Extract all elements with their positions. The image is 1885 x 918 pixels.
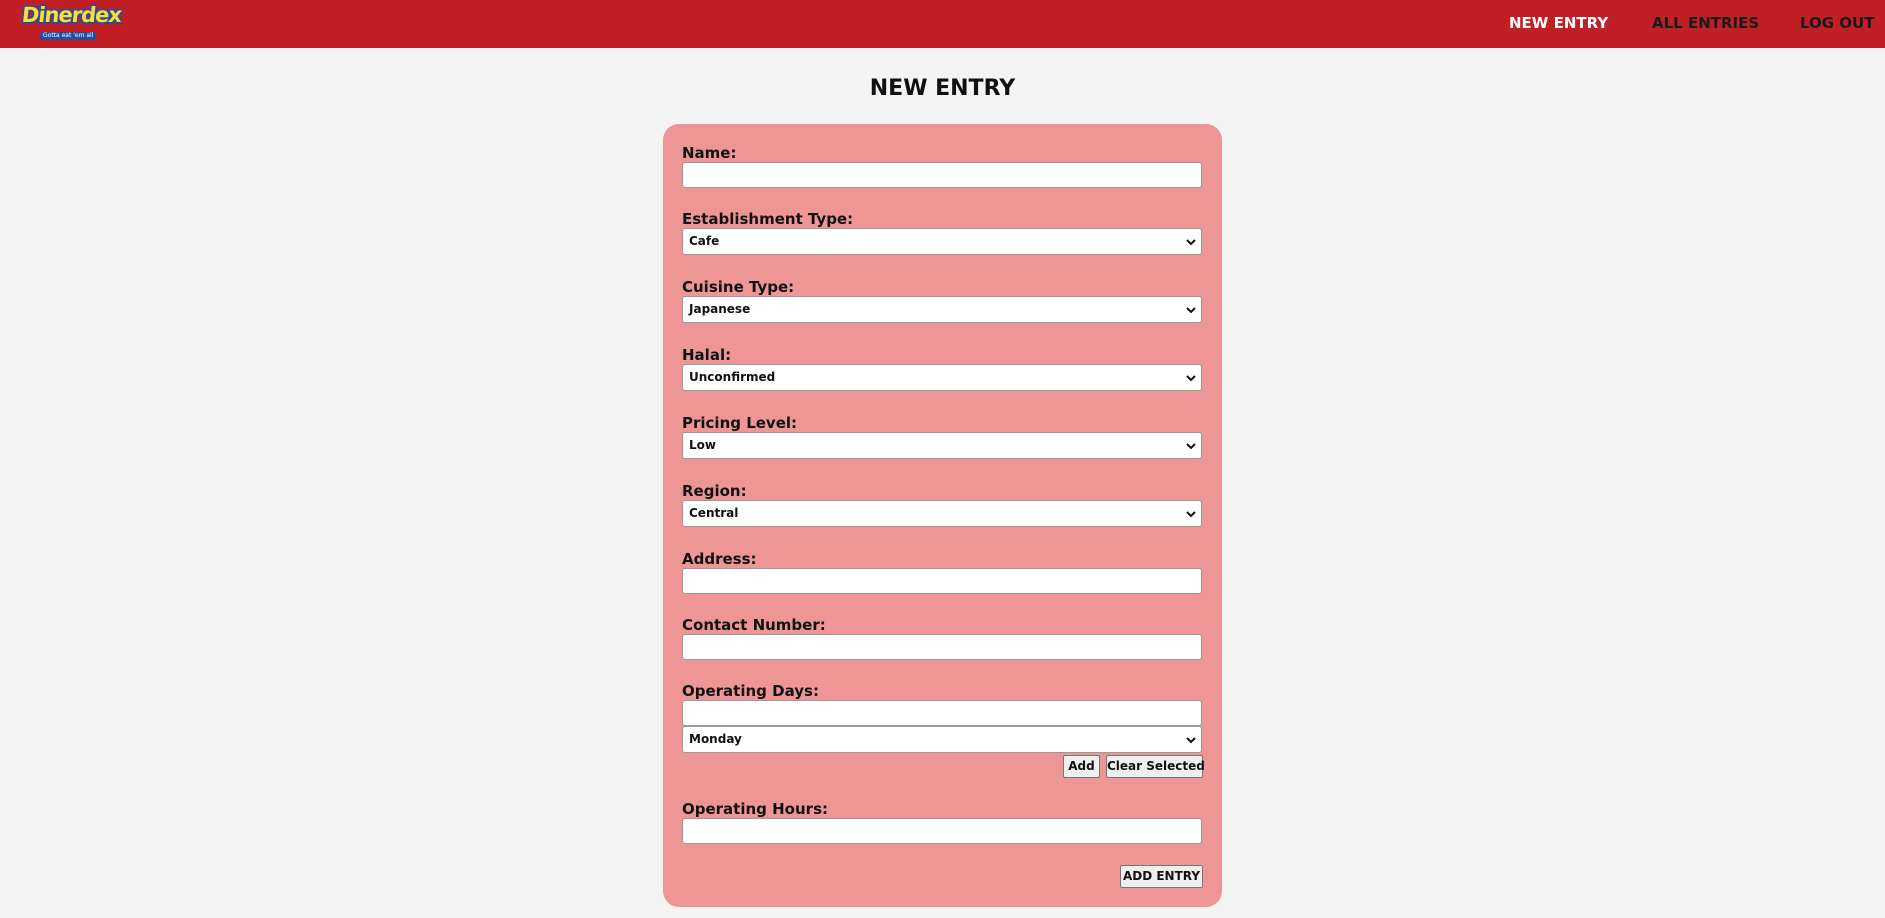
pricing-level-select[interactable]: Low [682,432,1202,459]
establishment-type-value: Cafe [689,234,720,248]
operating-day-select[interactable]: Monday [682,726,1202,753]
operating-days-input[interactable] [682,700,1202,726]
contact-number-label: Contact Number: [682,616,826,634]
nav-log-out[interactable]: LOG OUT [1800,13,1874,33]
clear-selected-button[interactable]: Clear Selected [1106,755,1205,778]
nav-all-entries[interactable]: ALL ENTRIES [1652,13,1759,33]
establishment-type-label: Establishment Type: [682,210,854,228]
address-label: Address: [682,550,757,568]
logo-text: Dinerdex [20,3,123,27]
establishment-type-select[interactable]: Cafe [682,228,1202,255]
chevron-down-icon [1186,239,1196,246]
operating-days-label: Operating Days: [682,682,819,700]
chevron-down-icon [1186,737,1196,744]
pricing-level-label: Pricing Level: [682,414,798,432]
chevron-down-icon [1186,511,1196,518]
address-input[interactable] [682,568,1202,594]
top-navbar: Dinerdex Gotta eat 'em all NEW ENTRY ALL… [0,0,1885,48]
chevron-down-icon [1186,307,1196,314]
name-input[interactable] [682,162,1202,188]
add-day-button[interactable]: Add [1063,755,1100,778]
region-label: Region: [682,482,747,500]
add-entry-button[interactable]: ADD ENTRY [1120,865,1203,888]
chevron-down-icon [1186,443,1196,450]
operating-hours-input[interactable] [682,818,1202,844]
page-title: NEW ENTRY [869,76,1016,101]
cuisine-type-value: Japanese [689,302,751,316]
pricing-level-value: Low [689,438,716,452]
contact-number-input[interactable] [682,634,1202,660]
operating-day-value: Monday [689,732,742,746]
cuisine-type-label: Cuisine Type: [682,278,795,296]
new-entry-form: Name: Establishment Type: Cafe Cuisine T… [663,124,1222,907]
region-value: Central [689,506,739,520]
nav-new-entry[interactable]: NEW ENTRY [1509,13,1608,33]
cuisine-type-select[interactable]: Japanese [682,296,1202,323]
operating-hours-label: Operating Hours: [682,800,828,818]
dinerdex-logo[interactable]: Dinerdex Gotta eat 'em all [20,3,122,43]
halal-select[interactable]: Unconfirmed [682,364,1202,391]
region-select[interactable]: Central [682,500,1202,527]
logo-tagline: Gotta eat 'em all [40,32,97,40]
halal-label: Halal: [682,346,732,364]
name-label: Name: [682,144,737,162]
chevron-down-icon [1186,375,1196,382]
halal-value: Unconfirmed [689,370,776,384]
